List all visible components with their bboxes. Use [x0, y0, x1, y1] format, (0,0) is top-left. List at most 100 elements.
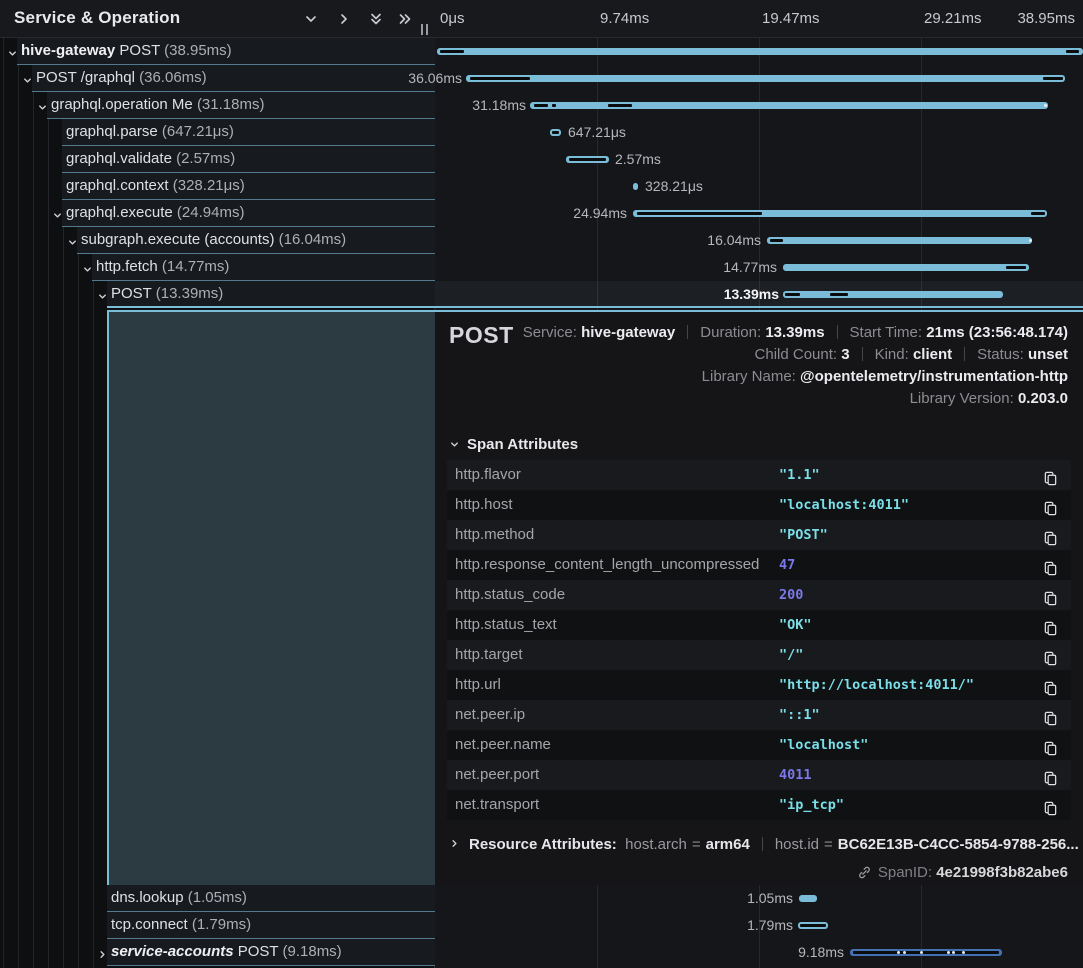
- span-bar[interactable]: [633, 210, 1047, 217]
- chevron-right-icon[interactable]: [97, 947, 108, 958]
- span-row[interactable]: service-accounts POST (9.18ms)9.18ms: [0, 939, 1083, 966]
- child-span-tick: [830, 293, 848, 296]
- attribute-key: http.flavor: [455, 460, 521, 490]
- copy-icon[interactable]: [1043, 527, 1059, 543]
- copy-icon[interactable]: [1043, 497, 1059, 513]
- span-bar[interactable]: [767, 237, 1032, 244]
- detail-meta-value: @opentelemetry/instrumentation-http: [800, 368, 1068, 385]
- span-attributes-table: http.flavor"1.1"http.host"localhost:4011…: [447, 460, 1071, 820]
- span-attributes-title: Span Attributes: [467, 436, 578, 453]
- span-bar[interactable]: [850, 949, 1002, 956]
- copy-icon[interactable]: [1043, 737, 1059, 753]
- detail-meta-value: 21ms (23:56:48.174): [926, 324, 1068, 341]
- span-row[interactable]: graphql.execute (24.94ms) 24.94ms: [0, 200, 1083, 227]
- timeline-ruler[interactable]: 0μs9.74ms19.47ms29.21ms38.95ms: [435, 0, 1083, 38]
- copy-icon[interactable]: [1043, 707, 1059, 723]
- span-bar[interactable]: [633, 183, 638, 190]
- span-duration: (1.79ms): [192, 916, 251, 933]
- span-row[interactable]: subgraph.execute (accounts) (16.04ms)16.…: [0, 227, 1083, 254]
- span-duration: (36.06ms): [139, 69, 207, 86]
- span-bar[interactable]: [783, 264, 1029, 271]
- span-row[interactable]: graphql.parse (647.21μs)647.21μs: [0, 119, 1083, 146]
- span-row[interactable]: POST /graphql (36.06ms)36.06ms: [0, 65, 1083, 92]
- span-bar[interactable]: [798, 922, 828, 929]
- span-row[interactable]: dns.lookup (1.05ms) 1.05ms: [0, 885, 1083, 912]
- span-name: graphql.parse (647.21μs): [66, 119, 234, 146]
- span-attributes-section-toggle[interactable]: Span Attributes: [449, 436, 578, 453]
- column-resize-handle[interactable]: [421, 24, 431, 36]
- span-name: service-accounts POST (9.18ms): [111, 939, 342, 966]
- operation-name: graphql.execute: [66, 204, 177, 221]
- child-span-tick: [1006, 266, 1026, 269]
- collapse-one-icon[interactable]: [303, 11, 321, 27]
- span-bar[interactable]: [530, 102, 1048, 109]
- detail-meta-value: unset: [1028, 346, 1068, 363]
- ruler-tick: 29.21ms: [924, 10, 982, 27]
- span-row[interactable]: POST (13.39ms)13.39ms: [0, 281, 1083, 308]
- chevron-right-icon: [449, 836, 460, 853]
- span-name: graphql.validate (2.57ms): [66, 146, 235, 173]
- span-name: graphql.execute (24.94ms): [66, 200, 244, 227]
- collapse-all-icon[interactable]: [368, 11, 386, 27]
- chevron-down-icon[interactable]: [97, 289, 108, 300]
- copy-icon[interactable]: [1043, 797, 1059, 813]
- child-span-tick: [534, 104, 548, 107]
- span-name: subgraph.execute (accounts) (16.04ms): [81, 227, 346, 254]
- resource-attribute-value: BC62E13B-C4CC-5854-9788-256...: [838, 836, 1079, 853]
- span-duration: (38.95ms): [164, 42, 232, 59]
- chevron-down-icon[interactable]: [22, 73, 33, 84]
- span-row[interactable]: http.fetch (14.77ms)14.77ms: [0, 254, 1083, 281]
- span-bar[interactable]: [466, 75, 1065, 82]
- child-span-dot: [947, 951, 950, 954]
- child-span-tick: [552, 104, 556, 107]
- tree-header: Service & Operation: [0, 0, 435, 38]
- copy-icon[interactable]: [1043, 557, 1059, 573]
- span-duration: (1.05ms): [188, 889, 247, 906]
- operation-name: dns.lookup: [111, 889, 188, 906]
- copy-icon[interactable]: [1043, 677, 1059, 693]
- link-icon[interactable]: [857, 865, 872, 880]
- operation-name: subgraph.execute (accounts): [81, 231, 279, 248]
- chevron-down-icon[interactable]: [82, 262, 93, 273]
- expand-one-icon[interactable]: [336, 11, 354, 27]
- copy-icon[interactable]: [1043, 587, 1059, 603]
- attribute-row: http.url"http://localhost:4011/": [447, 670, 1071, 700]
- span-bar[interactable]: [566, 156, 609, 163]
- span-detail-panel: POST Service: hive-gatewayDuration: 13.3…: [435, 310, 1083, 885]
- attribute-key: http.host: [455, 490, 513, 520]
- resource-attributes-toggle[interactable]: Resource Attributes: host.arch=arm64host…: [449, 836, 1079, 853]
- copy-icon[interactable]: [1043, 467, 1059, 483]
- bar-duration-label: 1.05ms: [747, 885, 793, 912]
- chevron-down-icon[interactable]: [7, 46, 18, 57]
- attribute-value: "localhost:4011": [779, 490, 909, 520]
- span-row[interactable]: graphql.context (328.21μs)328.21μs: [0, 173, 1083, 200]
- span-duration: (14.77ms): [162, 258, 230, 275]
- chevron-down-icon[interactable]: [52, 208, 63, 219]
- attribute-value: "http://localhost:4011/": [779, 670, 974, 700]
- span-bar[interactable]: [550, 129, 561, 136]
- chevron-down-icon[interactable]: [67, 235, 78, 246]
- span-bar[interactable]: [437, 48, 1083, 55]
- span-row[interactable]: hive-gateway POST (38.95ms): [0, 38, 1083, 65]
- span-bar[interactable]: [799, 895, 817, 902]
- chevron-down-icon: [449, 439, 460, 450]
- span-row[interactable]: tcp.connect (1.79ms)1.79ms: [0, 912, 1083, 939]
- attribute-row: net.peer.port4011: [447, 760, 1071, 790]
- span-duration: (9.18ms): [283, 943, 342, 960]
- copy-icon[interactable]: [1043, 767, 1059, 783]
- span-name: tcp.connect (1.79ms): [111, 912, 251, 939]
- attribute-row: net.peer.ip"::1": [447, 700, 1071, 730]
- chevron-down-icon[interactable]: [37, 100, 48, 111]
- bar-duration-label: 24.94ms: [573, 200, 627, 227]
- span-bar[interactable]: [783, 291, 1003, 298]
- span-row[interactable]: graphql.operation Me (31.18ms)31.18ms: [0, 92, 1083, 119]
- span-row[interactable]: graphql.validate (2.57ms)2.57ms: [0, 146, 1083, 173]
- service-name: service-accounts: [111, 943, 234, 960]
- child-span-tick: [440, 50, 464, 53]
- copy-icon[interactable]: [1043, 617, 1059, 633]
- attribute-key: net.peer.port: [455, 760, 539, 790]
- span-name: http.fetch (14.77ms): [96, 254, 229, 281]
- copy-icon[interactable]: [1043, 647, 1059, 663]
- service-name: hive-gateway: [21, 42, 115, 59]
- expand-all-icon[interactable]: [397, 11, 415, 27]
